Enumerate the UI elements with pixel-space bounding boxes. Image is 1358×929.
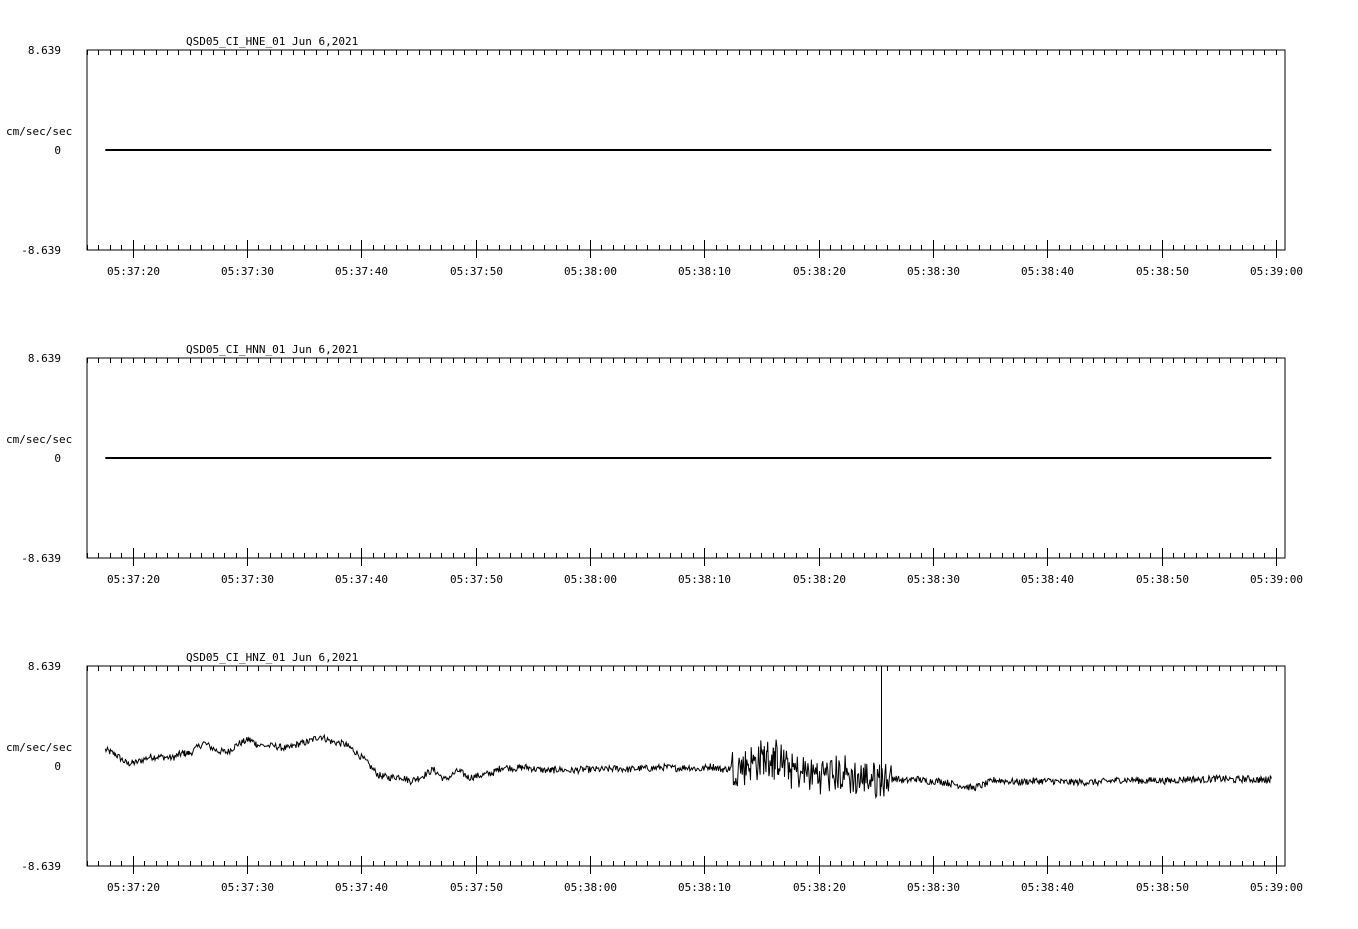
x-tick-label: 05:37:40 [335, 573, 388, 586]
x-tick-label: 05:38:30 [907, 881, 960, 894]
x-tick-label: 05:37:40 [335, 881, 388, 894]
chart-title: QSD05_CI_HNN_01 Jun 6,2021 [186, 343, 358, 356]
x-tick-label: 05:38:30 [907, 573, 960, 586]
x-tick-label: 05:37:30 [221, 881, 274, 894]
x-tick-label: 05:38:20 [793, 573, 846, 586]
x-tick-label: 05:38:10 [678, 265, 731, 278]
x-tick-label: 05:38:30 [907, 265, 960, 278]
y-tick-label: 8.639 [28, 44, 61, 57]
seismogram-figure: QSD05_CI_HNE_01 Jun 6,2021 cm/sec/sec 8.63… [0, 0, 1358, 924]
x-tick-label: 05:38:40 [1021, 881, 1074, 894]
chart-title: QSD05_CI_HNZ_01 Jun 6,2021 [186, 651, 358, 664]
x-tick-label: 05:38:50 [1136, 881, 1189, 894]
x-tick-label: 05:37:50 [450, 573, 503, 586]
x-tick-label: 05:38:50 [1136, 573, 1189, 586]
chart-panel-1: QSD05_CI_HNE_01 Jun 6,2021 cm/sec/sec 8.63… [6, 35, 1303, 278]
plot-frame [86, 665, 1286, 867]
x-tick-label: 05:37:30 [221, 573, 274, 586]
y-tick-label: 8.639 [28, 352, 61, 365]
x-tick-label: 05:38:20 [793, 265, 846, 278]
y-axis-label: cm/sec/sec [6, 741, 72, 754]
y-tick-label: 8.639 [28, 660, 61, 673]
x-tick-label: 05:38:00 [564, 881, 617, 894]
y-axis-label: cm/sec/sec [6, 125, 72, 138]
x-tick-label: 05:37:30 [221, 265, 274, 278]
x-tick-label: 05:37:20 [107, 881, 160, 894]
x-tick-label: 05:39:00 [1250, 573, 1303, 586]
chart-panel-3: QSD05_CI_HNZ_01 Jun 6,2021 cm/sec/sec 8.63… [6, 651, 1303, 894]
y-tick-label: -8.639 [21, 244, 61, 257]
chart-panel-2: QSD05_CI_HNN_01 Jun 6,2021 cm/sec/sec 8.63… [6, 343, 1303, 586]
y-tick-label: -8.639 [21, 860, 61, 873]
y-tick-label: 0 [54, 760, 61, 773]
seismogram-svg: QSD05_CI_HNE_01 Jun 6,2021 cm/sec/sec 8.63… [6, 35, 1303, 894]
y-tick-label: -8.639 [21, 552, 61, 565]
chart-title: QSD05_CI_HNE_01 Jun 6,2021 [186, 35, 358, 48]
x-tick-label: 05:38:00 [564, 265, 617, 278]
y-tick-label: 0 [54, 452, 61, 465]
x-tick-label: 05:38:10 [678, 573, 731, 586]
x-tick-label: 05:37:20 [107, 265, 160, 278]
x-tick-label: 05:38:00 [564, 573, 617, 586]
x-tick-label: 05:37:20 [107, 573, 160, 586]
x-tick-label: 05:38:40 [1021, 265, 1074, 278]
x-tick-label: 05:38:20 [793, 881, 846, 894]
x-tick-label: 05:37:40 [335, 265, 388, 278]
x-tick-label: 05:38:40 [1021, 573, 1074, 586]
series-line [104, 733, 1272, 800]
x-tick-label: 05:37:50 [450, 265, 503, 278]
y-axis-label: cm/sec/sec [6, 433, 72, 446]
x-tick-label: 05:39:00 [1250, 265, 1303, 278]
x-tick-label: 05:39:00 [1250, 881, 1303, 894]
x-tick-label: 05:37:50 [450, 881, 503, 894]
x-tick-label: 05:38:50 [1136, 265, 1189, 278]
y-tick-label: 0 [54, 144, 61, 157]
x-tick-label: 05:38:10 [678, 881, 731, 894]
